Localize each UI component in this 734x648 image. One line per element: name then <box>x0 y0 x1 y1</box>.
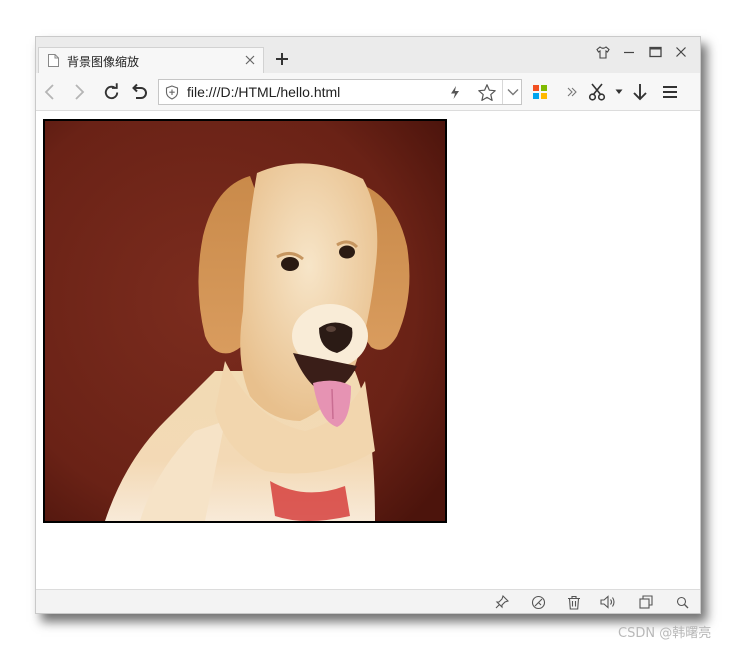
accelerate-button[interactable] <box>530 594 546 610</box>
sound-button[interactable] <box>600 594 616 610</box>
undo-icon <box>132 83 147 99</box>
undo-close-button[interactable] <box>129 82 149 102</box>
bookmark-star-icon[interactable] <box>477 83 497 103</box>
page-content <box>36 111 700 589</box>
more-tools-button[interactable] <box>562 82 582 102</box>
maximize-icon[interactable] <box>646 43 664 61</box>
close-tab-icon[interactable] <box>245 55 255 65</box>
close-window-icon[interactable] <box>672 43 690 61</box>
screenshot-button[interactable] <box>588 82 606 102</box>
double-chevron-right-icon <box>567 87 577 97</box>
main-menu-button[interactable] <box>660 82 680 102</box>
forward-arrow-icon <box>75 84 85 100</box>
title-bar: 背景图像缩放 <box>36 37 700 74</box>
browser-window: 背景图像缩放 <box>35 36 701 614</box>
apps-grid-icon <box>533 85 547 99</box>
hamburger-menu-icon <box>663 86 677 98</box>
back-arrow-icon <box>44 84 54 100</box>
download-button[interactable] <box>630 82 650 102</box>
address-dropdown[interactable] <box>502 80 522 104</box>
skin-shirt-icon[interactable] <box>594 43 612 61</box>
caret-down-icon <box>615 89 623 94</box>
csdn-watermark: CSDN @韩曙亮 <box>618 626 712 641</box>
window-controls <box>594 43 690 61</box>
minimize-icon[interactable] <box>620 43 638 61</box>
navigation-toolbar <box>36 73 700 111</box>
golden-retriever-image <box>45 121 445 521</box>
restore-window-icon <box>639 595 653 609</box>
speaker-icon <box>600 595 615 609</box>
url-input[interactable] <box>187 82 437 102</box>
address-bar[interactable] <box>158 79 522 105</box>
reload-button[interactable] <box>101 82 121 102</box>
reload-icon <box>104 82 118 99</box>
dog-image-box <box>43 119 447 523</box>
clear-data-button[interactable] <box>566 594 582 610</box>
zoom-button[interactable] <box>674 594 690 610</box>
status-bar <box>36 589 700 613</box>
magnifier-icon <box>676 596 688 608</box>
back-button[interactable] <box>40 82 60 102</box>
tab-active[interactable]: 背景图像缩放 <box>38 47 264 74</box>
forward-button[interactable] <box>69 82 89 102</box>
shield-icon <box>165 85 179 100</box>
tab-title: 背景图像缩放 <box>67 55 140 69</box>
new-tab-icon[interactable] <box>274 51 290 67</box>
pin-icon <box>495 595 509 609</box>
lightning-icon <box>451 86 459 99</box>
screenshot-dropdown[interactable] <box>613 82 625 102</box>
scissors-icon <box>588 83 606 101</box>
trash-icon <box>568 595 580 610</box>
window-restore-button[interactable] <box>638 594 654 610</box>
page-icon <box>48 54 59 67</box>
speed-gauge-icon <box>531 595 545 609</box>
apps-button[interactable] <box>530 82 550 102</box>
pin-button[interactable] <box>494 594 510 610</box>
chevron-down-icon <box>507 89 518 96</box>
download-arrow-icon <box>633 84 647 101</box>
